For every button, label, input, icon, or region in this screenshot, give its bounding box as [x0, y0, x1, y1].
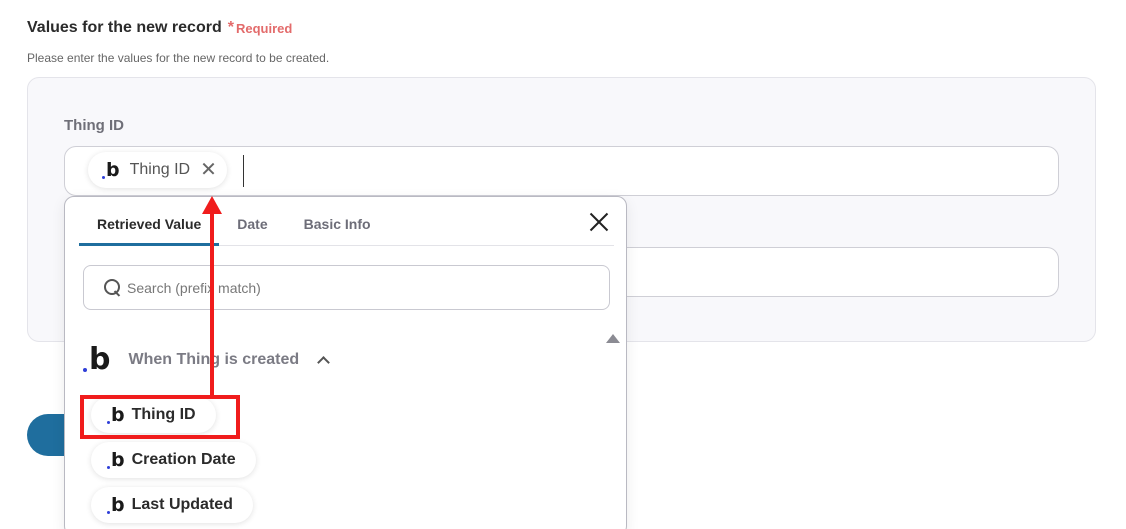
section-title-text: Values for the new record — [27, 19, 222, 36]
section-title: Values for the new record * Required — [27, 19, 292, 37]
bubble-b-icon: b — [83, 345, 110, 375]
chevron-up-icon — [317, 356, 331, 369]
close-dropdown-icon[interactable] — [588, 211, 610, 233]
value-picker-dropdown: Retrieved Value Date Basic Info b When T… — [64, 196, 627, 529]
group-header[interactable]: b When Thing is created — [83, 345, 331, 375]
list-item-label: Creation Date — [131, 451, 236, 468]
list-item-creation-date[interactable]: b Creation Date — [91, 442, 256, 478]
bubble-b-icon: b — [102, 160, 120, 180]
thing-id-chip[interactable]: b Thing ID ✕ — [88, 152, 227, 188]
search-box[interactable] — [83, 265, 610, 310]
annotation-arrow-line — [210, 210, 214, 395]
scroll-up-arrow[interactable] — [606, 334, 620, 343]
list-item-label: Last Updated — [131, 496, 233, 513]
section-description: Please enter the values for the new reco… — [27, 51, 330, 65]
picker-tabs: Retrieved Value Date Basic Info — [79, 209, 614, 246]
tab-date[interactable]: Date — [219, 209, 285, 246]
highlight-box — [80, 395, 240, 439]
required-badge: * Required — [228, 19, 293, 37]
search-icon — [104, 279, 121, 296]
tab-basic-info[interactable]: Basic Info — [286, 209, 389, 246]
field-label: Thing ID — [64, 117, 124, 134]
list-item-last-updated[interactable]: b Last Updated — [91, 487, 253, 523]
chip-label: Thing ID — [129, 161, 191, 178]
text-cursor — [243, 155, 244, 187]
asterisk-icon: * — [227, 19, 234, 36]
tab-retrieved-value[interactable]: Retrieved Value — [79, 209, 220, 246]
annotation-arrow-head — [202, 196, 222, 214]
required-label: Required — [235, 20, 293, 36]
search-input[interactable] — [127, 279, 587, 296]
close-icon[interactable]: ✕ — [200, 160, 217, 180]
bubble-b-icon: b — [107, 450, 125, 470]
bubble-b-icon: b — [107, 495, 125, 515]
